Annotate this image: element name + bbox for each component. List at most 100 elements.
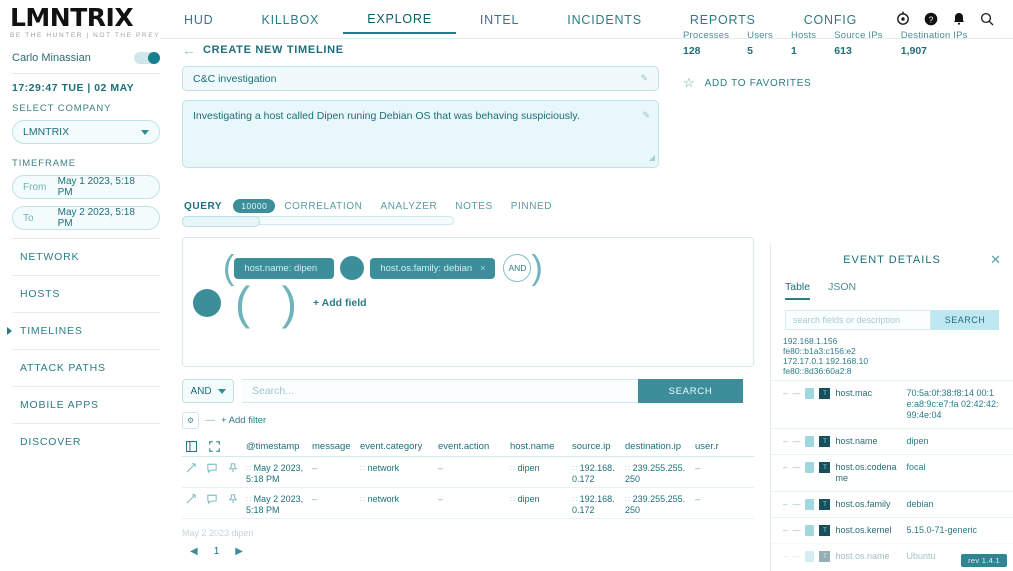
field-prefix-icon2: ∷ <box>246 495 251 504</box>
timeframe-to-field[interactable]: To May 2 2023, 5:18 PM <box>12 206 160 230</box>
pagination-prev[interactable]: ◀ <box>190 546 198 557</box>
comment-icon[interactable] <box>207 463 217 473</box>
nav-item-explore[interactable]: EXPLORE <box>343 12 456 34</box>
tab-notes[interactable]: NOTES <box>446 201 501 212</box>
pin-icon[interactable] <box>228 494 238 504</box>
timeframe-from-field[interactable]: From May 1 2023, 5:18 PM <box>12 175 160 199</box>
gear-icon[interactable] <box>895 11 911 27</box>
dash-icon[interactable]: — <box>792 462 800 473</box>
col-source-ip[interactable]: source.ip <box>572 441 625 452</box>
dash-icon[interactable]: — <box>792 525 800 536</box>
event-details-row[interactable]: – — T host.mac 70:5a:0f:38:f8:14 00:1e:a… <box>771 380 1013 428</box>
col-message[interactable]: message <box>312 441 360 452</box>
event-details-row[interactable]: – — T host.os.family debian <box>771 491 1013 517</box>
minus-icon[interactable]: – <box>783 525 787 536</box>
close-icon[interactable]: ✕ <box>990 252 1001 268</box>
pagination-current-page[interactable]: 1 <box>214 546 220 557</box>
table-row[interactable]: ∷ May 2 2023, 5:18 PM – ∷ network – ∷ di… <box>182 488 754 519</box>
user-toggle[interactable] <box>134 52 160 64</box>
back-arrow-icon[interactable]: ← <box>182 45 196 55</box>
doc-icon[interactable] <box>805 388 814 399</box>
dash-icon[interactable]: — <box>792 388 800 399</box>
expand-icon[interactable] <box>209 441 220 452</box>
filter-settings-icon[interactable]: ⚙ <box>182 412 199 429</box>
table-row[interactable]: ∷ May 2 2023, 5:18 PM – ∷ network – ∷ di… <box>182 457 754 488</box>
query-add-dot[interactable] <box>193 289 221 317</box>
search-icon[interactable] <box>979 11 995 27</box>
columns-icon[interactable] <box>186 441 197 452</box>
breadcrumb[interactable]: ← CREATE NEW TIMELINE <box>182 44 662 66</box>
add-field-button[interactable]: + Add field <box>313 297 367 309</box>
pencil-icon-description[interactable]: ✎ <box>642 108 650 122</box>
minus-icon[interactable]: – <box>783 462 787 473</box>
sidebar-item-hosts[interactable]: HOSTS <box>12 275 160 312</box>
sidebar-item-mobile-apps[interactable]: MOBILE APPS <box>12 386 160 423</box>
tab-query[interactable]: QUERY <box>182 201 231 212</box>
query-and-operator[interactable]: AND <box>503 254 531 282</box>
expand-row-icon[interactable] <box>186 463 196 473</box>
event-details-search-button[interactable]: SEARCH <box>931 310 999 330</box>
expand-row-icon[interactable] <box>186 494 196 504</box>
event-details-search-input[interactable]: search fields or description <box>785 310 931 330</box>
query-chip-host-name[interactable]: host.name: dipen <box>234 258 334 279</box>
add-filter-button[interactable]: + Add filter <box>221 415 266 426</box>
close-icon[interactable]: × <box>480 263 485 273</box>
user-name: Carlo Minassian <box>12 52 91 64</box>
col-event-category[interactable]: event.category <box>360 441 438 452</box>
col-destination-ip[interactable]: destination.ip <box>625 441 695 452</box>
event-details-row[interactable]: – — T host.os.codename focal <box>771 454 1013 491</box>
dash-icon[interactable]: — <box>792 436 800 447</box>
sidebar-item-discover[interactable]: DISCOVER <box>12 423 160 460</box>
search-operator-select[interactable]: AND <box>182 379 234 403</box>
nav-item-intel[interactable]: INTEL <box>456 13 543 33</box>
minus-icon[interactable]: – <box>783 388 787 399</box>
tab-analyzer[interactable]: ANALYZER <box>371 201 446 212</box>
doc-icon[interactable] <box>805 551 814 562</box>
nav-item-incidents[interactable]: INCIDENTS <box>543 13 666 33</box>
query-chip-host-os-family[interactable]: host.os.family: debian × <box>370 258 495 279</box>
minus-icon[interactable]: – <box>783 551 787 562</box>
brand-logo[interactable]: LMNTRIX BE THE HUNTER | NOT THE PREY <box>0 0 160 39</box>
cell-timestamp: ∷ May 2 2023, 5:18 PM <box>246 494 312 516</box>
event-details-row[interactable]: – — T host.name dipen <box>771 428 1013 454</box>
timeline-description-input[interactable]: Investigating a host called Dipen runing… <box>182 100 659 168</box>
tab-json[interactable]: JSON <box>828 281 856 300</box>
sidebar-item-attack-paths[interactable]: ATTACK PATHS <box>12 349 160 386</box>
cell-message: – <box>312 463 360 474</box>
col-host-name[interactable]: host.name <box>510 441 572 452</box>
dash-icon[interactable]: — <box>792 499 800 510</box>
doc-icon[interactable] <box>805 436 814 447</box>
add-to-favorites-button[interactable]: ☆ ADD TO FAVORITES <box>683 75 1013 91</box>
nav-item-hud[interactable]: HUD <box>160 13 237 33</box>
minus-icon[interactable]: – <box>783 436 787 447</box>
doc-icon[interactable] <box>805 462 814 473</box>
comment-icon[interactable] <box>207 494 217 504</box>
bell-icon[interactable] <box>951 11 967 27</box>
doc-icon[interactable] <box>805 499 814 510</box>
revision-badge: rev 1.4.1 <box>961 554 1007 567</box>
events-table: @timestamp message event.category event.… <box>182 436 754 519</box>
col-user[interactable]: user.r <box>695 441 725 452</box>
doc-icon[interactable] <box>805 525 814 536</box>
sidebar-item-network[interactable]: NETWORK <box>12 238 160 275</box>
dash-icon[interactable]: — <box>792 551 800 562</box>
company-select[interactable]: LMNTRIX <box>12 120 160 144</box>
tab-pinned[interactable]: PINNED <box>502 201 561 212</box>
timeline-title-input[interactable]: C&C investigation ✎ <box>182 66 659 91</box>
tab-table[interactable]: Table <box>785 281 810 300</box>
pagination-next[interactable]: ▶ <box>235 546 243 557</box>
help-icon[interactable]: ? <box>923 11 939 27</box>
pencil-icon[interactable]: ✎ <box>640 73 648 84</box>
minus-icon[interactable]: – <box>783 499 787 510</box>
nav-item-killbox[interactable]: KILLBOX <box>237 13 343 33</box>
query-operator-dot[interactable] <box>340 256 364 280</box>
sidebar-item-timelines[interactable]: TIMELINES <box>12 312 160 349</box>
search-button[interactable]: SEARCH <box>638 379 743 403</box>
event-details-row[interactable]: – — T host.os.kernel 5.15.0-71-generic <box>771 517 1013 543</box>
resize-handle[interactable]: ◢ <box>649 151 655 165</box>
search-input[interactable]: Search... <box>242 379 638 403</box>
col-timestamp[interactable]: @timestamp <box>246 441 312 452</box>
tab-correlation[interactable]: CORRELATION <box>275 201 371 212</box>
col-event-action[interactable]: event.action <box>438 441 510 452</box>
pin-icon[interactable] <box>228 463 238 473</box>
